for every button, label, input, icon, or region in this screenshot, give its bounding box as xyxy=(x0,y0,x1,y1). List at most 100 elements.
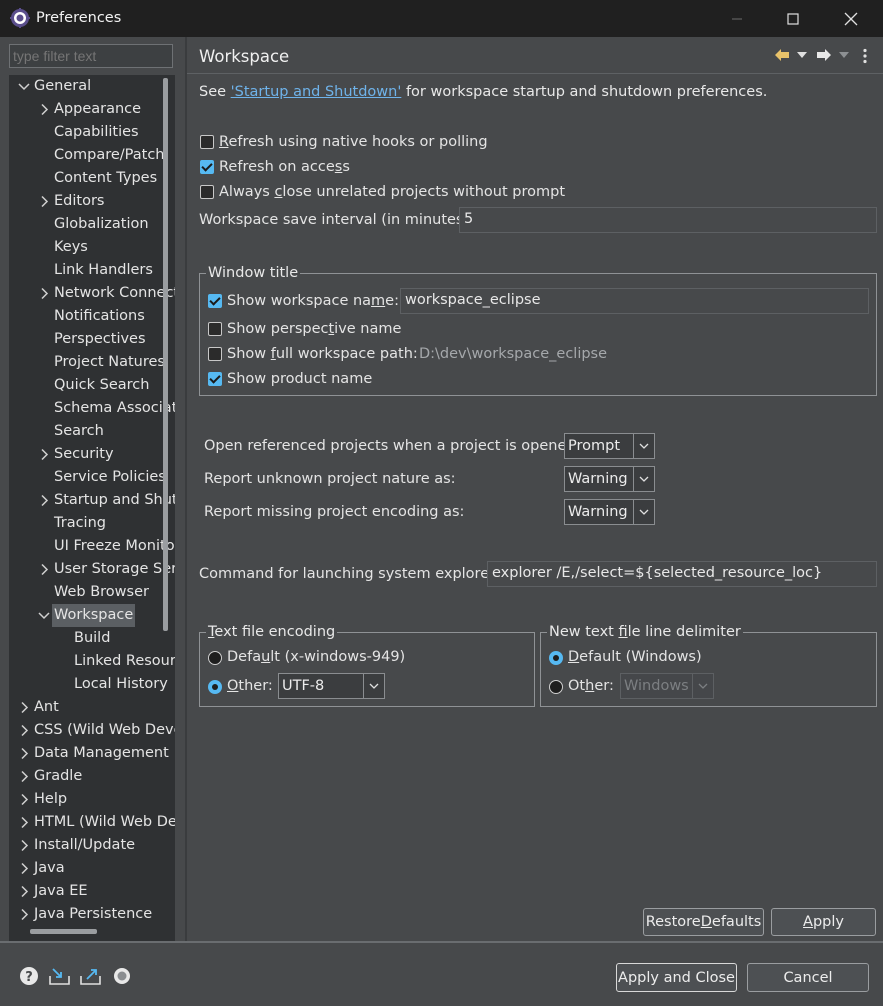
startup-shutdown-link[interactable]: 'Startup and Shutdown' xyxy=(231,84,402,100)
tree-horizontal-scrollbar[interactable] xyxy=(30,929,97,934)
oomph-settings-icon[interactable] xyxy=(113,967,131,985)
tree-item[interactable]: Schema Associations xyxy=(9,397,175,420)
refresh-on-access-checkbox[interactable] xyxy=(200,160,214,174)
encoding-combo[interactable]: UTF-8 xyxy=(278,673,385,699)
chevron-right-icon[interactable] xyxy=(34,190,54,213)
tree-item[interactable]: Notifications xyxy=(9,305,175,328)
chevron-right-icon[interactable] xyxy=(34,98,54,121)
tree-item-label: User Storage Service xyxy=(54,561,175,577)
help-icon[interactable]: ? xyxy=(19,966,39,986)
chevron-right-icon[interactable] xyxy=(14,696,34,719)
back-menu-chevron-down-icon[interactable] xyxy=(797,52,807,59)
filter-input[interactable] xyxy=(9,44,173,68)
delimiter-other-radio[interactable] xyxy=(549,680,563,694)
tree-item[interactable]: Help xyxy=(9,788,175,811)
tree-item[interactable]: Local History xyxy=(9,673,175,696)
tree-item[interactable]: Compare/Patch xyxy=(9,144,175,167)
restore-defaults-button[interactable]: Restore Defaults xyxy=(643,908,764,936)
tree-item[interactable]: Build xyxy=(9,627,175,650)
chevron-right-icon[interactable] xyxy=(14,742,34,765)
apply-and-close-button[interactable]: Apply and Close xyxy=(616,963,737,992)
tree-item[interactable]: Service Policies xyxy=(9,466,175,489)
tree-item[interactable]: Capabilities xyxy=(9,121,175,144)
cancel-button[interactable]: Cancel xyxy=(747,963,869,992)
tree-item[interactable]: Tracing xyxy=(9,512,175,535)
chevron-right-icon[interactable] xyxy=(14,811,34,834)
tree-item[interactable]: Network Connections xyxy=(9,282,175,305)
chevron-right-icon[interactable] xyxy=(34,282,54,305)
tree-item[interactable]: Keys xyxy=(9,236,175,259)
chevron-right-icon[interactable] xyxy=(14,857,34,880)
tree-item[interactable]: Linked Resources xyxy=(9,650,175,673)
show-perspective-name-checkbox[interactable] xyxy=(208,322,222,336)
preference-tree[interactable]: General Appearance Capabilities Compare/Pat… xyxy=(9,75,175,941)
save-interval-input[interactable]: 5 xyxy=(459,207,877,233)
encoding-default-radio[interactable] xyxy=(208,651,222,665)
encoding-other-label: Other: xyxy=(227,678,273,694)
forward-arrow-icon[interactable] xyxy=(816,48,832,62)
chevron-right-icon[interactable] xyxy=(14,719,34,742)
back-arrow-icon[interactable] xyxy=(774,48,790,62)
tree-item[interactable]: Gradle xyxy=(9,765,175,788)
tree-item[interactable]: Install/Update xyxy=(9,834,175,857)
tree-item-label: General xyxy=(34,78,92,94)
tree-item[interactable]: UI Freeze Monitoring xyxy=(9,535,175,558)
chevron-right-icon[interactable] xyxy=(34,443,54,466)
encoding-other-radio[interactable] xyxy=(208,680,222,694)
tree-item[interactable]: Java xyxy=(9,857,175,880)
tree-item[interactable]: Editors xyxy=(9,190,175,213)
tree-item[interactable]: HTML (Wild Web Developer) xyxy=(9,811,175,834)
chevron-down-icon[interactable] xyxy=(14,75,34,98)
missing-encoding-combo[interactable]: Warning xyxy=(564,499,655,525)
tree-item[interactable]: Appearance xyxy=(9,98,175,121)
chevron-down-icon[interactable] xyxy=(34,604,54,627)
unknown-nature-combo[interactable]: Warning xyxy=(564,466,655,492)
tree-vertical-scrollbar[interactable] xyxy=(163,78,168,631)
export-icon[interactable] xyxy=(80,966,102,986)
tree-item[interactable]: CSS (Wild Web Developer) xyxy=(9,719,175,742)
show-product-name-checkbox[interactable] xyxy=(208,372,222,386)
tree-item[interactable]: Web Browser xyxy=(9,581,175,604)
apply-button[interactable]: Apply xyxy=(771,908,876,936)
show-full-path-checkbox[interactable] xyxy=(208,347,222,361)
tree-item[interactable]: Startup and Shutdown xyxy=(9,489,175,512)
tree-item[interactable]: Java EE xyxy=(9,880,175,903)
chevron-right-icon[interactable] xyxy=(14,788,34,811)
tree-item-label: Local History xyxy=(74,676,168,692)
tree-item[interactable]: Quick Search xyxy=(9,374,175,397)
tree-item[interactable]: Perspectives xyxy=(9,328,175,351)
tree-item[interactable]: Link Handlers xyxy=(9,259,175,282)
minimize-button[interactable] xyxy=(708,0,766,37)
chevron-right-icon[interactable] xyxy=(14,765,34,788)
tree-item[interactable]: Java Persistence xyxy=(9,903,175,926)
chevron-right-icon[interactable] xyxy=(34,558,54,581)
show-workspace-name-checkbox[interactable] xyxy=(208,294,222,308)
chevron-right-icon[interactable] xyxy=(14,834,34,857)
view-menu-icon[interactable] xyxy=(862,48,868,64)
workspace-name-input[interactable]: workspace_eclipse xyxy=(400,288,869,314)
tree-item[interactable]: Security xyxy=(9,443,175,466)
chevron-right-icon[interactable] xyxy=(14,880,34,903)
tree-item[interactable]: Search xyxy=(9,420,175,443)
chevron-right-icon[interactable] xyxy=(34,489,54,512)
tree-item[interactable]: Project Natures xyxy=(9,351,175,374)
tree-item[interactable]: User Storage Service xyxy=(9,558,175,581)
forward-menu-chevron-down-icon[interactable] xyxy=(839,52,849,59)
delimiter-default-radio[interactable] xyxy=(549,651,563,665)
tree-item[interactable]: Workspace xyxy=(9,604,175,627)
tree-item[interactable]: Content Types xyxy=(9,167,175,190)
open-referenced-combo[interactable]: Prompt xyxy=(564,433,655,459)
close-icon xyxy=(844,12,858,25)
close-button[interactable] xyxy=(822,0,880,37)
refresh-native-checkbox[interactable] xyxy=(200,135,214,149)
chevron-right-icon[interactable] xyxy=(14,903,34,926)
maximize-button[interactable] xyxy=(764,0,822,37)
always-close-checkbox[interactable] xyxy=(200,185,214,199)
explorer-command-input[interactable]: explorer /E,/select=${selected_resource_… xyxy=(487,561,877,587)
import-icon[interactable] xyxy=(49,966,71,986)
tree-item[interactable]: General xyxy=(9,75,175,98)
tree-item[interactable]: Ant xyxy=(9,696,175,719)
tree-item[interactable]: Data Management xyxy=(9,742,175,765)
tree-item[interactable]: Globalization xyxy=(9,213,175,236)
eclipse-gear-icon xyxy=(10,8,30,28)
